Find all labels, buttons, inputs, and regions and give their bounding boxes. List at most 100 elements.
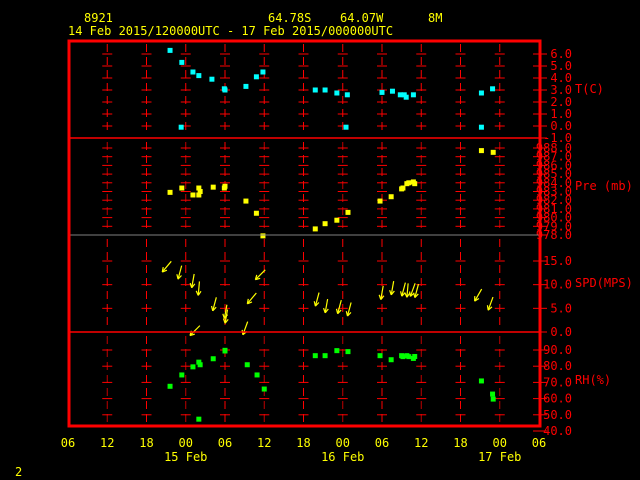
temperature-point bbox=[312, 87, 318, 93]
wind-arrow bbox=[323, 298, 329, 314]
relative-humidity-point bbox=[377, 353, 383, 359]
relative-humidity-point bbox=[322, 353, 328, 359]
relative-humidity-point bbox=[334, 348, 340, 354]
x-tick-label: 12 bbox=[257, 436, 271, 450]
x-tick-label: 06 bbox=[375, 436, 389, 450]
temperature-point bbox=[343, 124, 349, 130]
relative-humidity-point bbox=[345, 349, 351, 355]
temperature-point bbox=[389, 88, 395, 94]
wind-arrow-head bbox=[222, 313, 226, 319]
wind-arrow bbox=[313, 292, 320, 307]
pressure-point bbox=[179, 185, 185, 191]
wind-arrow bbox=[246, 292, 257, 305]
time-period: 14 Feb 2015/120000UTC - 17 Feb 2015/0000… bbox=[68, 24, 393, 38]
wind-arrow-head bbox=[413, 292, 416, 298]
relative-humidity-tick-label: 70.0 bbox=[543, 375, 572, 389]
relative-humidity-point bbox=[197, 362, 203, 368]
wind-arrow bbox=[189, 325, 201, 337]
temperature-point bbox=[178, 124, 184, 130]
temperature-point bbox=[179, 59, 185, 65]
temperature-point bbox=[243, 83, 249, 89]
wind-speed-tick-label: 10.0 bbox=[543, 278, 572, 292]
pressure-point bbox=[167, 189, 173, 195]
wind-arrow bbox=[335, 299, 342, 315]
temperature-point bbox=[379, 89, 385, 95]
wind-arrow-head bbox=[409, 291, 411, 297]
wind-arrow bbox=[486, 296, 494, 311]
relative-humidity-tick-label: 40.0 bbox=[543, 424, 572, 438]
station-latitude: 64.78S bbox=[268, 11, 311, 25]
pressure-point bbox=[253, 210, 259, 216]
pressure-point bbox=[490, 149, 496, 155]
x-tick-label: 06 bbox=[218, 436, 232, 450]
relative-humidity-tick-label: 80.0 bbox=[543, 359, 572, 373]
pressure-point bbox=[478, 148, 484, 154]
date-label: 15 Feb bbox=[164, 450, 207, 464]
pressure-point bbox=[406, 180, 412, 186]
wind-speed-tick-label: 5.0 bbox=[550, 301, 572, 315]
wind-arrow-head bbox=[486, 305, 489, 311]
relative-humidity-axis-label: RH(%) bbox=[575, 373, 611, 387]
pressure-point bbox=[243, 198, 249, 204]
wind-arrow-head bbox=[389, 289, 392, 296]
station-longitude: 64.07W bbox=[340, 11, 384, 25]
relative-humidity-tick-label: 50.0 bbox=[543, 408, 572, 422]
temperature-axis-label: T(C) bbox=[575, 82, 604, 96]
page-number: 2 bbox=[15, 465, 22, 479]
pressure-point bbox=[322, 221, 328, 227]
temperature-point bbox=[322, 87, 328, 93]
relative-humidity-point bbox=[406, 354, 412, 360]
temperature-point bbox=[209, 76, 215, 82]
wind-arrow-head bbox=[400, 291, 403, 297]
x-tick-label: 12 bbox=[414, 436, 428, 450]
x-tick-label: 12 bbox=[100, 436, 114, 450]
wind-arrow-head bbox=[345, 311, 349, 317]
relative-humidity-point bbox=[179, 372, 185, 378]
temperature-point bbox=[196, 73, 202, 79]
wind-arrow-head bbox=[313, 301, 317, 307]
relative-humidity-point bbox=[261, 386, 267, 392]
temperature-point bbox=[490, 86, 496, 92]
x-tick-label: 06 bbox=[61, 436, 75, 450]
pressure-point bbox=[190, 192, 196, 198]
relative-humidity-point bbox=[196, 416, 202, 422]
temperature-point bbox=[190, 69, 196, 75]
wind-arrow bbox=[176, 265, 183, 280]
wind-arrow bbox=[210, 297, 217, 312]
station-id: 8921 bbox=[84, 11, 113, 25]
wind-arrow-head bbox=[335, 308, 339, 314]
wind-arrow bbox=[378, 285, 385, 300]
wind-arrow bbox=[474, 288, 483, 302]
pressure-point bbox=[345, 209, 351, 215]
x-tick-label: 00 bbox=[493, 436, 507, 450]
meteogram: 8921 64.78S 64.07W 8M 14 Feb 2015/120000… bbox=[15, 11, 633, 479]
pressure-point bbox=[221, 185, 227, 191]
relative-humidity-point bbox=[490, 391, 496, 397]
relative-humidity-tick-label: 90.0 bbox=[543, 343, 572, 357]
wind-arrow bbox=[189, 273, 196, 289]
temperature-point bbox=[344, 92, 350, 98]
x-tick-label: 18 bbox=[296, 436, 310, 450]
relative-humidity-point bbox=[167, 383, 173, 389]
x-tick-label: 00 bbox=[179, 436, 193, 450]
relative-humidity-point bbox=[490, 396, 496, 402]
temperature-point bbox=[478, 124, 484, 130]
x-tick-label: 06 bbox=[532, 436, 546, 450]
wind-arrow bbox=[241, 321, 249, 336]
temperature-point bbox=[410, 92, 416, 98]
temperature-point bbox=[403, 94, 409, 100]
relative-humidity-point bbox=[312, 353, 318, 359]
x-tick-label: 00 bbox=[336, 436, 350, 450]
pressure-point bbox=[377, 198, 383, 204]
relative-humidity-tick-label: 60.0 bbox=[543, 392, 572, 406]
pressure-point bbox=[312, 226, 318, 232]
pressure-point bbox=[334, 217, 340, 223]
relative-humidity-point bbox=[478, 378, 484, 384]
relative-humidity-point bbox=[222, 347, 228, 353]
wind-arrow-head bbox=[189, 282, 193, 288]
wind-arrow bbox=[404, 283, 411, 298]
wind-arrow bbox=[195, 281, 202, 296]
date-label: 17 Feb bbox=[478, 450, 521, 464]
relative-humidity-point bbox=[412, 353, 418, 359]
relative-humidity-point bbox=[210, 356, 216, 362]
